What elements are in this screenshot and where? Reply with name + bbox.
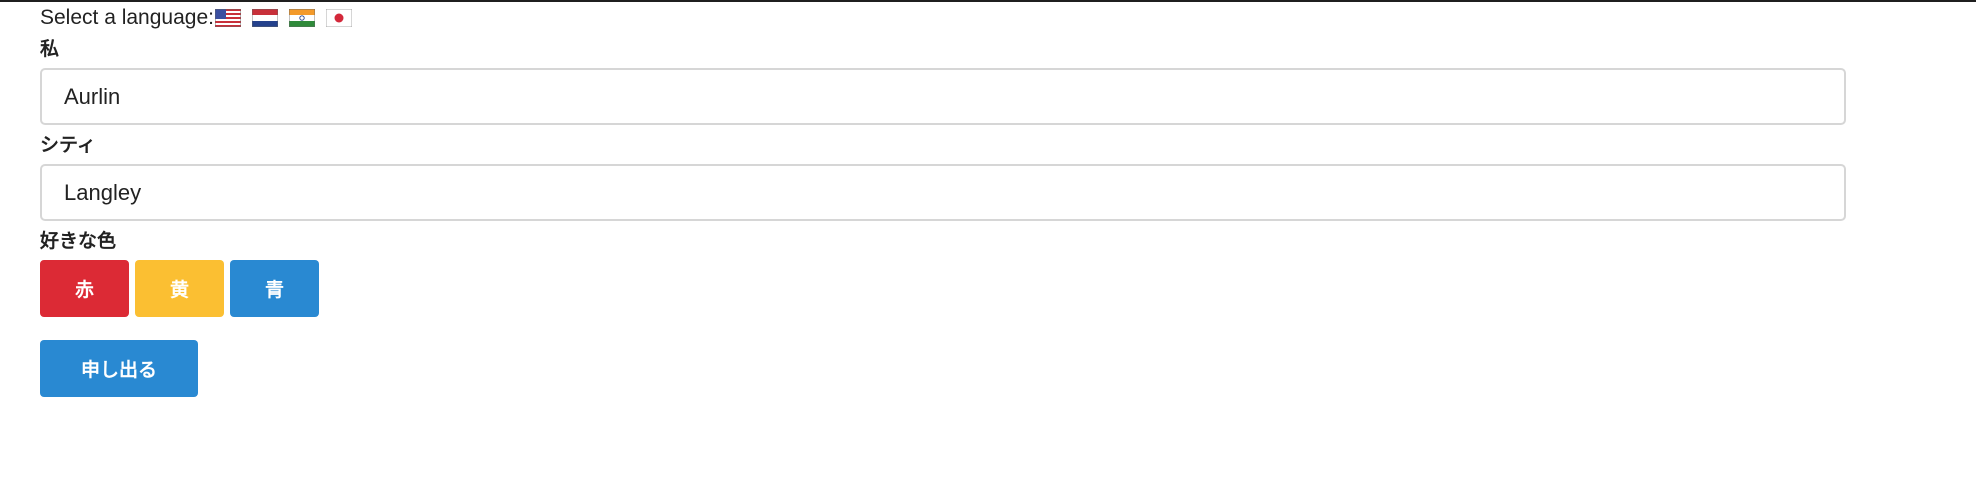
us-flag-icon[interactable] <box>214 9 241 27</box>
city-label: シティ <box>40 135 96 156</box>
top-border <box>0 0 1976 2</box>
color-blue-button[interactable]: 青 <box>230 260 319 317</box>
india-flag-icon[interactable] <box>288 9 315 27</box>
language-selector-label: Select a language: <box>40 6 214 29</box>
language-flags <box>214 9 363 27</box>
color-yellow-button[interactable]: 黄 <box>135 260 224 317</box>
city-input[interactable] <box>40 164 1846 221</box>
name-input[interactable] <box>40 68 1846 125</box>
color-red-button[interactable]: 赤 <box>40 260 129 317</box>
netherlands-flag-icon[interactable] <box>251 9 278 27</box>
japan-flag-icon[interactable] <box>325 9 352 27</box>
language-selector: Select a language: <box>40 4 363 32</box>
submit-button[interactable]: 申し出る <box>40 340 198 397</box>
name-label: 私 <box>40 39 60 60</box>
favorite-color-label: 好きな色 <box>40 231 117 252</box>
favorite-color-options: 赤 黄 青 <box>40 260 325 317</box>
